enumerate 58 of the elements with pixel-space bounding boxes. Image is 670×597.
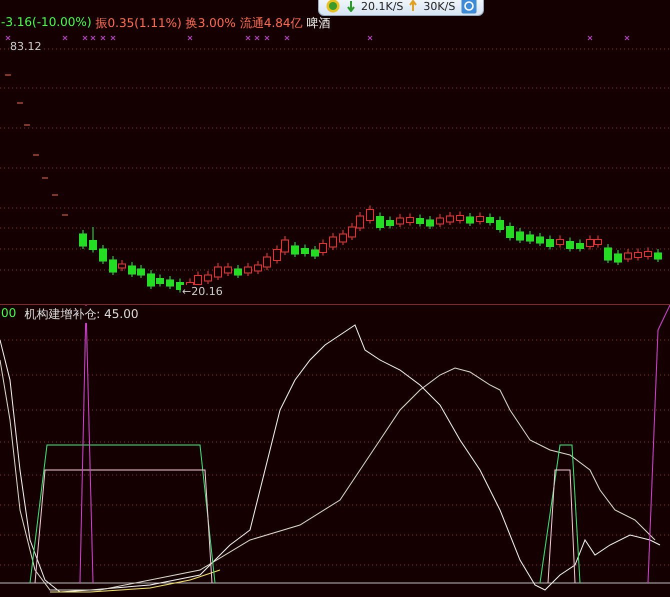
- high-price-label: 83.12: [9, 40, 42, 53]
- candlestick: [536, 232, 544, 246]
- candlestick: [644, 247, 652, 260]
- candlestick: [16, 102, 24, 104]
- candlestick: [566, 237, 574, 252]
- candlestick: [234, 264, 242, 278]
- quote-field: 啤酒: [306, 15, 331, 32]
- candlestick: [476, 212, 484, 225]
- candlestick: [634, 248, 642, 261]
- low-price-label: ←20.16: [181, 285, 224, 298]
- candlestick: [526, 230, 534, 244]
- candlestick: [4, 74, 12, 76]
- candlestick: [546, 235, 554, 250]
- candlestick: [79, 230, 87, 250]
- upload-speed: 30K/S: [423, 0, 456, 12]
- candlestick: [614, 250, 622, 266]
- indicator-label: 机构建增补仓: 45.00: [24, 306, 138, 323]
- candlestick: [486, 213, 494, 226]
- candlestick: [291, 242, 299, 258]
- candlestick: [329, 232, 337, 250]
- candlestick: [624, 248, 632, 262]
- candlestick: [244, 262, 252, 276]
- candlestick: [301, 244, 309, 257]
- candlestick: [426, 216, 434, 230]
- candlestick: [99, 244, 107, 264]
- candlestick: [62, 214, 68, 216]
- candlestick: [89, 226, 97, 253]
- candlestick: [406, 213, 414, 226]
- candlestick: [32, 154, 40, 156]
- candlestick: [654, 248, 662, 262]
- candlestick: [506, 222, 514, 241]
- download-arrow-icon: [347, 0, 355, 12]
- candlestick: [556, 235, 564, 248]
- candlestick: [376, 212, 384, 231]
- candlestick: [466, 212, 474, 226]
- candlestick: [52, 194, 58, 196]
- candlestick: [576, 239, 584, 252]
- candlestick: [204, 270, 212, 284]
- candlestick: [604, 244, 612, 264]
- candlestick: [516, 228, 524, 244]
- candlestick: [496, 216, 504, 233]
- candlestick: [446, 212, 454, 226]
- candlestick: [416, 214, 424, 227]
- candlestick: [224, 262, 232, 276]
- upload-arrow-icon: [409, 0, 418, 12]
- quote-field: -3.16(-10.00%): [1, 15, 92, 32]
- candlestick: [396, 214, 404, 228]
- quote-field: 振0.35(1.11%): [96, 15, 182, 32]
- candlestick: [24, 124, 30, 126]
- candlestick: [436, 214, 444, 228]
- candlestick: [386, 216, 394, 229]
- candlestick: [166, 276, 174, 290]
- candlestick: [366, 205, 374, 224]
- download-speed: 20.1K/S: [361, 0, 404, 12]
- candlestick: [214, 262, 222, 280]
- quote-field: 流通4.84亿: [240, 15, 303, 32]
- quote-field: 换3.00%: [186, 15, 236, 32]
- candlestick: [456, 211, 464, 224]
